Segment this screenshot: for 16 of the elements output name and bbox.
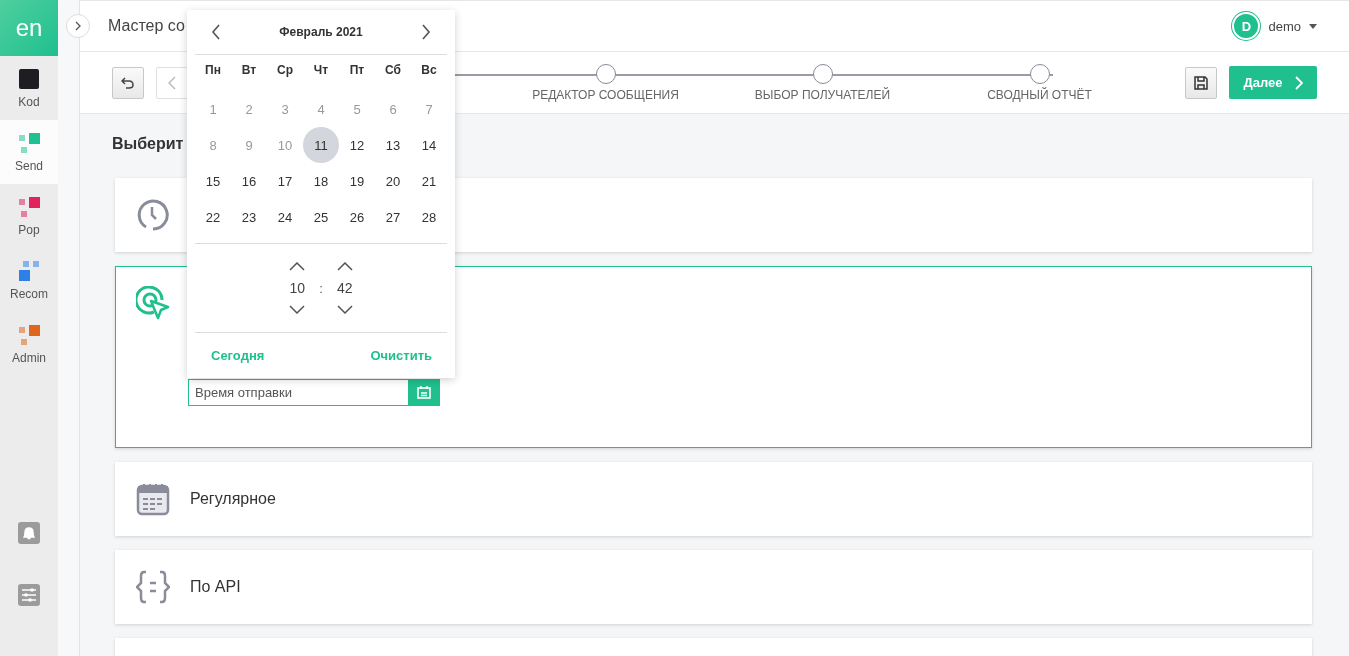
weekday-label: Пт [348, 62, 366, 80]
page-title: Мастер со [108, 17, 185, 35]
weekday-label: Чт [312, 62, 330, 80]
weekday-label: Вт [240, 62, 258, 80]
step-label: СВОДНЫЙ ОТЧЁТ [987, 87, 1092, 102]
section-heading: Выберит [112, 135, 184, 153]
step-label: ВЫБОР ПОЛУЧАТЕЛЕЙ [754, 87, 891, 102]
option-title: Регулярное [190, 490, 276, 508]
step-label: РЕДАКТОР СООБЩЕНИЯ [532, 87, 679, 102]
weekday-label: Пн [204, 62, 222, 80]
option-title: По API [190, 578, 241, 596]
time-separator: : [319, 280, 323, 296]
month-title: Февраль 2021 [279, 25, 363, 40]
weekday-label: Ср [276, 62, 294, 80]
weekday-label: Вс [420, 62, 438, 80]
weekday-label: Сб [384, 62, 402, 80]
